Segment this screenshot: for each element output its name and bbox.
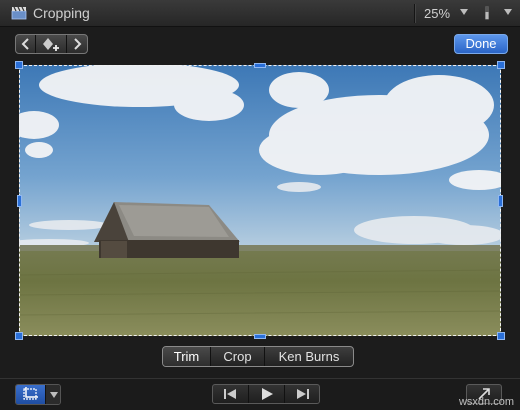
crop-handle-top-left[interactable] — [15, 61, 23, 69]
add-keyframe-icon — [43, 38, 59, 51]
clapperboard-icon — [11, 6, 27, 20]
crop-handle-left[interactable] — [17, 195, 22, 207]
zoom-dropdown-icon[interactable] — [460, 9, 468, 15]
crop-mode-button[interactable]: Crop — [211, 347, 265, 366]
ken-burns-mode-button[interactable]: Ken Burns — [265, 347, 353, 366]
done-button[interactable]: Done — [454, 34, 508, 54]
zoom-level[interactable]: 25% — [424, 6, 450, 21]
watermark-text: wsxdn.com — [458, 396, 514, 408]
keyframe-nav-group — [15, 34, 88, 54]
play-button[interactable] — [249, 385, 285, 403]
add-keyframe-button[interactable] — [36, 35, 67, 53]
mode-segmented-control: Trim Crop Ken Burns — [162, 346, 354, 367]
crop-handle-bottom[interactable] — [254, 334, 266, 339]
crop-handle-top[interactable] — [254, 63, 266, 68]
skip-forward-icon — [297, 389, 309, 399]
previous-keyframe-button[interactable] — [16, 35, 36, 53]
crop-handle-top-right[interactable] — [497, 61, 505, 69]
transport-controls — [212, 384, 320, 404]
crop-tool-icon[interactable] — [16, 385, 45, 404]
view-switch-dropdown-icon[interactable] — [504, 9, 512, 15]
skip-forward-button[interactable] — [285, 385, 320, 403]
back-arrow-icon — [21, 38, 29, 50]
bottom-bar: wsxdn.com — [0, 378, 520, 410]
trim-mode-button[interactable]: Trim — [163, 347, 211, 366]
photo-viewer[interactable] — [19, 65, 501, 336]
next-keyframe-button[interactable] — [67, 35, 87, 53]
crop-tool-button[interactable] — [15, 384, 61, 405]
forward-arrow-icon — [74, 38, 82, 50]
dropdown-icon[interactable] — [44, 385, 60, 404]
title-bar: Cropping 25% — [0, 0, 520, 27]
play-icon — [262, 388, 273, 400]
window-title: Cropping — [33, 5, 90, 21]
crop-handle-right[interactable] — [498, 195, 503, 207]
crop-handle-bottom-right[interactable] — [497, 332, 505, 340]
skip-back-icon — [224, 389, 236, 399]
crop-handle-bottom-left[interactable] — [15, 332, 23, 340]
view-switch-icon[interactable] — [479, 5, 495, 21]
skip-back-button[interactable] — [213, 385, 249, 403]
title-divider — [414, 4, 415, 23]
